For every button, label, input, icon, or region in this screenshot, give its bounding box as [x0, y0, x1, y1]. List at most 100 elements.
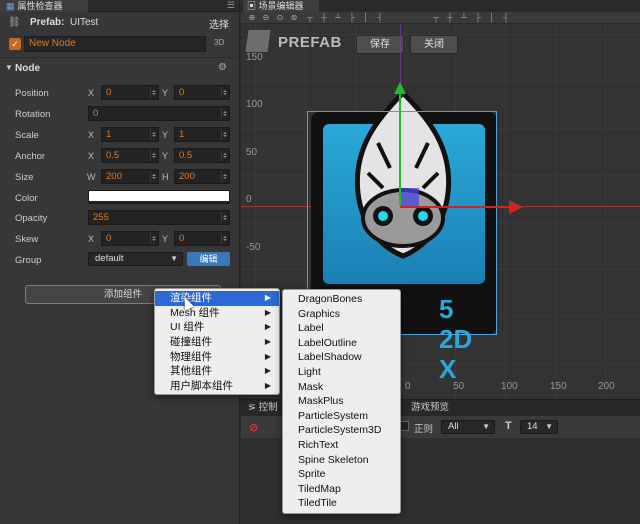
position-y-value: 0	[179, 87, 185, 98]
stepper-icon[interactable]	[150, 171, 157, 182]
zoom-out-icon[interactable]: ⊖	[261, 13, 271, 23]
group-label: Group	[15, 255, 42, 266]
node-section-header[interactable]: ▼ Node ⚙	[0, 60, 240, 76]
console-icon: ⋝	[248, 402, 259, 413]
submenu-item-label[interactable]: Label	[283, 321, 400, 336]
scale-y-axis: Y	[162, 130, 169, 140]
move-x-axis-handle[interactable]	[400, 206, 510, 208]
group-select[interactable]: default ▼	[88, 252, 183, 266]
stepper-icon[interactable]	[221, 171, 228, 182]
select-prefab-button[interactable]: 选择	[209, 16, 229, 31]
tab-game-preview[interactable]: 游戏预览	[406, 400, 466, 416]
menu-item-render[interactable]: 渲染组件 ▶	[155, 291, 279, 306]
distribute-left-icon[interactable]: ├	[473, 13, 483, 23]
gear-icon[interactable]: ⚙	[218, 62, 227, 73]
submenu-item-light[interactable]: Light	[283, 365, 400, 380]
submenu-item-maskplus[interactable]: MaskPlus	[283, 394, 400, 409]
submenu-item-particlesystem3d[interactable]: ParticleSystem3D	[283, 423, 400, 438]
skew-x-input[interactable]: 0	[101, 231, 159, 246]
stepper-icon[interactable]	[221, 233, 228, 244]
panel-menu-icon[interactable]: ☰	[227, 0, 235, 11]
stepper-icon[interactable]	[150, 87, 157, 98]
menu-item-label: UI 组件	[170, 321, 205, 334]
anchor-label: Anchor	[15, 151, 46, 162]
size-h-axis: H	[162, 172, 169, 182]
submenu-item-spine-skeleton[interactable]: Spine Skeleton	[283, 453, 400, 468]
menu-item-mesh[interactable]: Mesh 组件 ▶	[155, 306, 279, 321]
submenu-item-labelshadow[interactable]: LabelShadow	[283, 350, 400, 365]
menu-item-ui[interactable]: UI 组件 ▶	[155, 320, 279, 335]
align-center-icon[interactable]: │	[361, 13, 371, 23]
position-x-axis: X	[88, 88, 95, 98]
align-right-icon[interactable]: ┤	[375, 13, 385, 23]
distribute-bottom-icon[interactable]: ┴	[459, 13, 469, 23]
align-left-icon[interactable]: ├	[347, 13, 357, 23]
submenu-item-tiledmap[interactable]: TiledMap	[283, 482, 400, 497]
distribute-center-icon[interactable]: │	[487, 13, 497, 23]
submenu-item-tiledtile[interactable]: TiledTile	[283, 496, 400, 511]
clear-console-icon[interactable]: ⊘	[249, 421, 258, 434]
inspector-panel: ▦ 属性检查器 ☰ ⛓ Prefab: UITest 选择 ✓ New Node …	[0, 0, 240, 524]
y-tick-label: -50	[246, 242, 261, 253]
scale-x-input[interactable]: 1	[101, 127, 159, 142]
edit-group-button[interactable]: 编辑	[187, 252, 230, 266]
tab-inspector[interactable]: ▦ 属性检查器	[0, 0, 88, 12]
node-active-checkbox[interactable]: ✓	[9, 38, 21, 50]
stepper-icon[interactable]	[221, 108, 228, 119]
inspector-tabbar: ▦ 属性检查器 ☰	[0, 0, 239, 12]
stepper-icon[interactable]	[150, 129, 157, 140]
align-middle-icon[interactable]: ┼	[319, 13, 329, 23]
move-x-arrow-icon[interactable]	[509, 200, 523, 214]
skew-y-input[interactable]: 0	[174, 231, 230, 246]
menu-item-physics[interactable]: 物理组件 ▶	[155, 350, 279, 365]
distribute-right-icon[interactable]: ┤	[501, 13, 511, 23]
align-bottom-icon[interactable]: ┴	[333, 13, 343, 23]
collapse-triangle-icon[interactable]: ▼	[5, 63, 13, 72]
anchor-x-input[interactable]: 0.5	[101, 148, 159, 163]
node-name-input[interactable]: New Node	[24, 36, 206, 52]
submenu-item-particlesystem[interactable]: ParticleSystem	[283, 409, 400, 424]
font-size-select[interactable]: 14 ▼	[520, 420, 558, 434]
zoom-reset-icon[interactable]: ⊚	[289, 13, 299, 23]
log-level-select[interactable]: All ▼	[441, 420, 495, 434]
menu-item-user-script[interactable]: 用户脚本组件 ▶	[155, 379, 279, 394]
rotation-input[interactable]: 0	[88, 106, 230, 121]
add-component-menu: 渲染组件 ▶ Mesh 组件 ▶ UI 组件 ▶ 碰撞组件 ▶ 物理组件 ▶ 其他组件 ▶ …	[154, 288, 280, 395]
save-button[interactable]: 保存	[356, 35, 404, 54]
distribute-top-icon[interactable]: ┬	[431, 13, 441, 23]
size-h-input[interactable]: 200	[174, 169, 230, 184]
submenu-item-dragonbones[interactable]: DragonBones	[283, 292, 400, 307]
align-top-icon[interactable]: ┬	[305, 13, 315, 23]
dropdown-arrow-icon: ▼	[545, 422, 553, 431]
position-x-input[interactable]: 0	[101, 85, 159, 100]
submenu-item-labeloutline[interactable]: LabelOutline	[283, 336, 400, 351]
stepper-icon[interactable]	[221, 150, 228, 161]
distribute-middle-icon[interactable]: ┼	[445, 13, 455, 23]
opacity-input[interactable]: 255	[88, 210, 230, 225]
node-name-row: ✓ New Node 3D	[0, 35, 240, 53]
submenu-item-mask[interactable]: Mask	[283, 380, 400, 395]
move-y-arrow-icon[interactable]	[394, 82, 406, 94]
stepper-icon[interactable]	[221, 87, 228, 98]
submenu-item-graphics[interactable]: Graphics	[283, 307, 400, 322]
close-button[interactable]: 关闭	[410, 35, 458, 54]
anchor-y-input[interactable]: 0.5	[174, 148, 230, 163]
submenu-item-richtext[interactable]: RichText	[283, 438, 400, 453]
stepper-icon[interactable]	[150, 150, 157, 161]
move-xy-handle[interactable]	[401, 188, 419, 206]
skew-x-axis: X	[88, 234, 95, 244]
stepper-icon[interactable]	[221, 129, 228, 140]
color-picker[interactable]	[88, 190, 230, 204]
zoom-fit-icon[interactable]: ⊙	[275, 13, 285, 23]
scale-y-input[interactable]: 1	[174, 127, 230, 142]
3d-toggle[interactable]: 3D	[214, 38, 224, 47]
menu-item-collider[interactable]: 碰撞组件 ▶	[155, 335, 279, 350]
size-w-input[interactable]: 200	[101, 169, 159, 184]
position-y-input[interactable]: 0	[174, 85, 230, 100]
stepper-icon[interactable]	[221, 212, 228, 223]
tab-scene-editor[interactable]: ▣ 场景编辑器	[243, 0, 319, 12]
stepper-icon[interactable]	[150, 233, 157, 244]
zoom-in-icon[interactable]: ⊕	[247, 13, 257, 23]
submenu-item-sprite[interactable]: Sprite	[283, 467, 400, 482]
menu-item-other[interactable]: 其他组件 ▶	[155, 364, 279, 379]
